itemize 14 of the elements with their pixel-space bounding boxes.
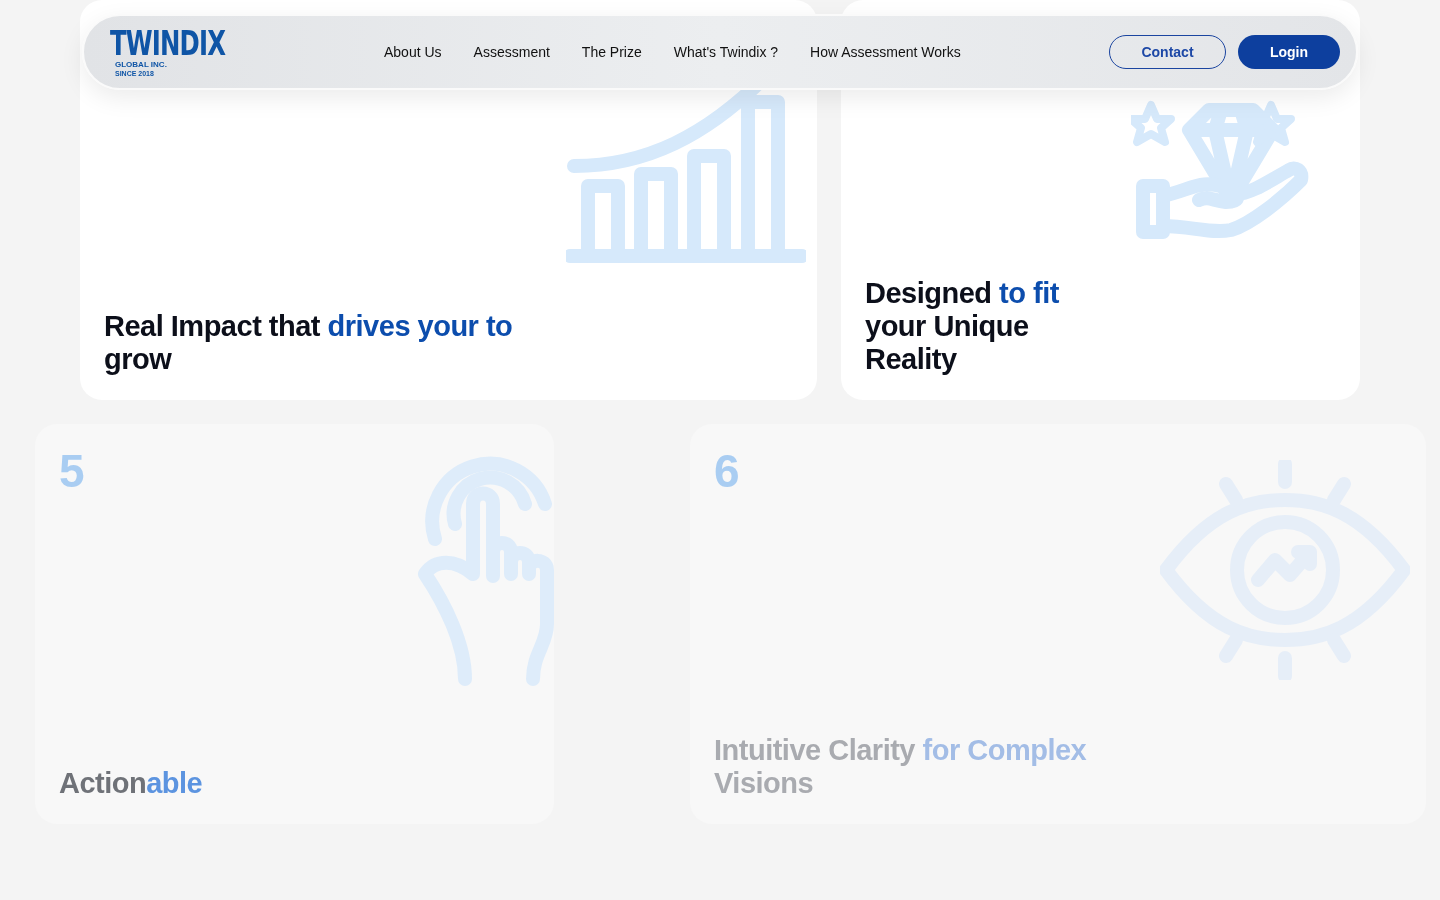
logo-wordmark[interactable]: TWINDIX bbox=[110, 27, 226, 60]
logo-tagline: GLOBAL INC. bbox=[115, 59, 167, 70]
card-title: Intuitive Clarity for Complex Visions bbox=[714, 734, 1088, 800]
card-title: Actionable bbox=[59, 767, 204, 800]
nav-link[interactable]: About Us bbox=[384, 44, 442, 60]
card-number: 5 bbox=[59, 446, 85, 496]
login-button[interactable]: Login bbox=[1238, 35, 1340, 69]
nav-link[interactable]: The Prize bbox=[581, 44, 642, 60]
card-number: 6 bbox=[714, 446, 740, 496]
nav-link[interactable]: How Assessment Works bbox=[810, 44, 961, 60]
card-title: Real Impact that drives your to grow bbox=[104, 310, 514, 376]
nav-link[interactable]: Assessment bbox=[473, 44, 550, 60]
nav-link[interactable]: What's Twindix ? bbox=[673, 44, 779, 60]
card-title: Designed to fit your Unique Reality bbox=[865, 277, 1060, 376]
